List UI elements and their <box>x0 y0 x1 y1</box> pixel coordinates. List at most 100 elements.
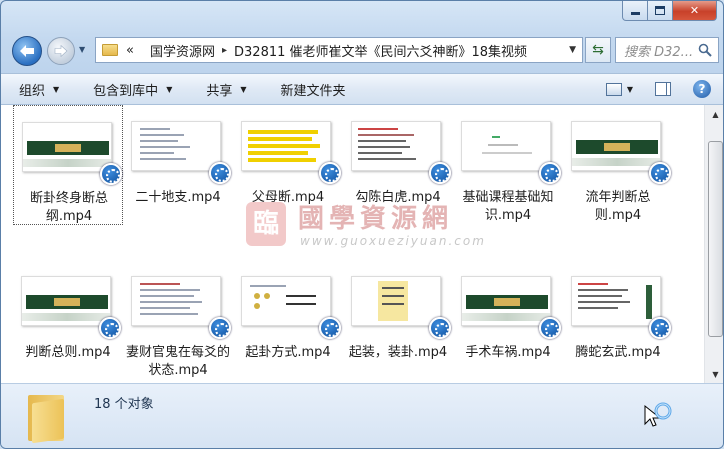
back-arrow-icon <box>20 45 34 57</box>
refresh-icon: ⇆ <box>592 42 604 58</box>
file-item[interactable]: 起装，装卦.mp4 <box>343 260 453 380</box>
file-item[interactable]: 腾蛇玄武.mp4 <box>563 260 673 380</box>
media-player-icon <box>99 317 121 339</box>
include-in-library-label: 包含到库中 <box>93 83 159 99</box>
new-folder-label: 新建文件夹 <box>280 83 346 99</box>
file-name: 勾陈白虎.mp4 <box>355 190 441 205</box>
file-item[interactable]: 妻财官鬼在每爻的状态.mp4 <box>123 260 233 380</box>
file-item[interactable]: 父母断.mp4 <box>233 105 343 225</box>
caption-buttons: ✕ <box>622 1 717 21</box>
explorer-window: ✕ ▼ « 国学资源网 ▸ D32811 催老师崔文举《民间六爻神断》18集视频… <box>0 0 724 449</box>
video-thumbnail <box>131 121 221 171</box>
change-view-icon[interactable] <box>605 82 622 96</box>
folder-icon <box>28 391 64 444</box>
video-thumbnail <box>461 276 551 326</box>
file-item[interactable]: 流年判断总则.mp4 <box>563 105 673 225</box>
chevron-down-icon: ▼ <box>240 84 247 94</box>
media-player-icon <box>649 317 671 339</box>
breadcrumb-separator-icon[interactable]: ▸ <box>222 45 227 56</box>
video-thumbnail <box>131 276 221 326</box>
organize-menu[interactable]: 组织 ▼ <box>19 80 59 99</box>
minimize-button[interactable] <box>622 1 648 21</box>
media-player-icon <box>100 163 122 185</box>
file-list[interactable]: 断卦终身断总纲.mp4 二十地支.mp4 父母断.mp4 勾陈白虎.mp4 基础… <box>1 105 704 383</box>
folder-icon <box>102 44 118 56</box>
file-name: 父母断.mp4 <box>251 190 325 205</box>
video-thumbnail <box>21 276 111 326</box>
media-player-icon <box>319 162 341 184</box>
file-name: 起装，装卦.mp4 <box>348 345 448 360</box>
chevron-down-icon: ▼ <box>166 84 173 94</box>
search-icon <box>698 43 712 57</box>
scroll-up-icon[interactable]: ▲ <box>708 107 723 121</box>
file-name: 腾蛇玄武.mp4 <box>575 345 661 360</box>
address-dropdown-icon[interactable]: ▼ <box>569 45 576 55</box>
view-controls: ▼ ? <box>605 74 723 104</box>
preview-pane-icon[interactable] <box>655 82 671 96</box>
forward-button[interactable] <box>47 37 75 65</box>
video-thumbnail <box>22 122 112 172</box>
watermark-url: www.guoxueziyuan.com <box>300 234 486 248</box>
file-item[interactable]: 基础课程基础知识.mp4 <box>453 105 563 225</box>
breadcrumb-item-folder[interactable]: D32811 催老师崔文举《民间六爻神断》18集视频 <box>234 41 527 60</box>
file-name: 流年判断总则.mp4 <box>585 190 651 223</box>
chevron-down-icon: ▼ <box>53 84 60 94</box>
media-player-icon <box>209 317 231 339</box>
file-name: 二十地支.mp4 <box>135 190 221 205</box>
scroll-down-icon[interactable]: ▼ <box>708 367 723 381</box>
file-name: 基础课程基础知识.mp4 <box>462 190 554 223</box>
include-in-library-menu[interactable]: 包含到库中 ▼ <box>93 80 172 99</box>
video-thumbnail <box>571 276 661 326</box>
refresh-button[interactable]: ⇆ <box>585 37 611 63</box>
organize-label: 组织 <box>19 83 46 99</box>
share-menu[interactable]: 共享 ▼ <box>206 80 246 99</box>
address-bar[interactable]: « 国学资源网 ▸ D32811 催老师崔文举《民间六爻神断》18集视频 ▼ <box>95 37 583 63</box>
search-placeholder: 搜索 D32... <box>624 44 694 60</box>
command-bar: 组织 ▼ 包含到库中 ▼ 共享 ▼ 新建文件夹 ▼ ? <box>1 73 723 105</box>
file-item[interactable]: 断卦终身断总纲.mp4 <box>13 105 123 225</box>
search-input[interactable]: 搜索 D32... <box>615 37 719 63</box>
file-name: 手术车祸.mp4 <box>465 345 551 360</box>
breadcrumb-overflow[interactable]: « <box>126 43 134 58</box>
maximize-icon <box>655 6 665 15</box>
maximize-button[interactable] <box>648 1 673 21</box>
file-item[interactable]: 手术车祸.mp4 <box>453 260 563 380</box>
file-name: 起卦方式.mp4 <box>245 345 331 360</box>
video-thumbnail <box>241 121 331 171</box>
forward-arrow-icon <box>54 45 68 57</box>
help-icon[interactable]: ? <box>693 80 711 98</box>
file-item[interactable]: 判断总则.mp4 <box>13 260 123 380</box>
navigation-bar: ▼ « 国学资源网 ▸ D32811 催老师崔文举《民间六爻神断》18集视频 ▼… <box>1 31 723 67</box>
file-item[interactable]: 二十地支.mp4 <box>123 105 233 225</box>
share-label: 共享 <box>206 83 233 99</box>
item-count: 18 个对象 <box>94 397 154 412</box>
close-button[interactable]: ✕ <box>673 1 717 21</box>
breadcrumb-item-site[interactable]: 国学资源网 <box>150 41 215 60</box>
vertical-scrollbar[interactable]: ▲ ▼ <box>704 105 723 383</box>
media-player-icon <box>429 162 451 184</box>
busy-cursor-icon <box>644 402 672 427</box>
minimize-icon <box>630 12 640 15</box>
back-button[interactable] <box>12 36 42 66</box>
media-player-icon <box>649 162 671 184</box>
scrollbar-thumb[interactable] <box>708 141 723 337</box>
new-folder-button[interactable]: 新建文件夹 <box>281 80 346 99</box>
recent-pages-dropdown[interactable]: ▼ <box>79 45 89 57</box>
media-player-icon <box>429 317 451 339</box>
details-pane: 18 个对象 <box>1 383 723 448</box>
media-player-icon <box>539 162 561 184</box>
file-name: 断卦终身断总纲.mp4 <box>29 191 108 224</box>
media-player-icon <box>539 317 561 339</box>
file-item[interactable]: 起卦方式.mp4 <box>233 260 343 380</box>
media-player-icon <box>209 162 231 184</box>
view-dropdown-icon[interactable]: ▼ <box>627 85 633 94</box>
file-item[interactable]: 勾陈白虎.mp4 <box>343 105 453 225</box>
video-thumbnail <box>571 121 661 171</box>
video-thumbnail <box>241 276 331 326</box>
video-thumbnail <box>461 121 551 171</box>
video-thumbnail <box>351 121 441 171</box>
video-thumbnail <box>351 276 441 326</box>
media-player-icon <box>319 317 341 339</box>
file-name: 妻财官鬼在每爻的状态.mp4 <box>125 345 230 378</box>
file-name: 判断总则.mp4 <box>25 345 111 360</box>
